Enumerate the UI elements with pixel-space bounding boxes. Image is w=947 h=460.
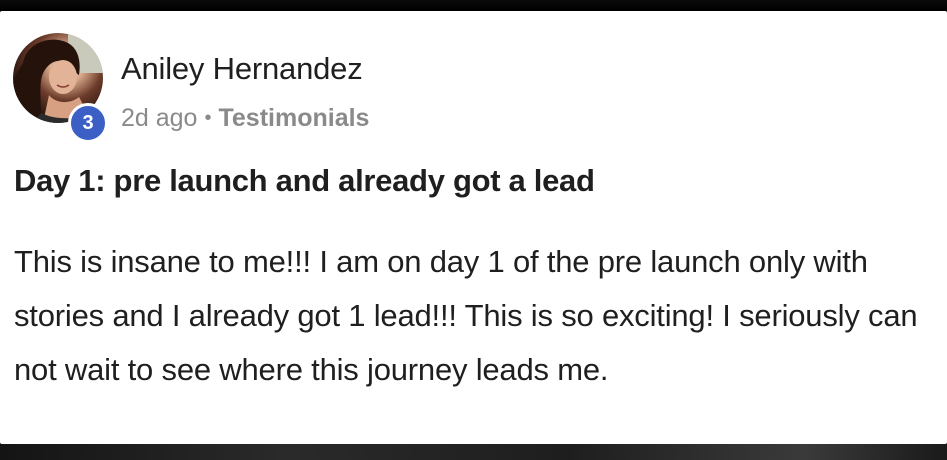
post-time: 2d ago (121, 104, 198, 132)
meta-separator: • (204, 107, 212, 129)
author-name[interactable]: Aniley Hernandez (121, 51, 363, 87)
level-badge: 3 (68, 103, 108, 143)
author-avatar-container[interactable]: 3 (13, 33, 108, 143)
post-title[interactable]: Day 1: pre launch and already got a lead (14, 163, 595, 199)
post-category-link[interactable]: Testimonials (218, 104, 369, 133)
level-number: 3 (82, 111, 94, 134)
post-meta: 2d ago • Testimonials (121, 104, 369, 133)
screenshot-frame: 3 Aniley Hernandez 2d ago • Testimonials… (0, 0, 947, 460)
post-card: 3 Aniley Hernandez 2d ago • Testimonials… (0, 11, 947, 444)
background-strip (0, 444, 947, 460)
post-body: This is insane to me!!! I am on day 1 of… (14, 244, 918, 387)
